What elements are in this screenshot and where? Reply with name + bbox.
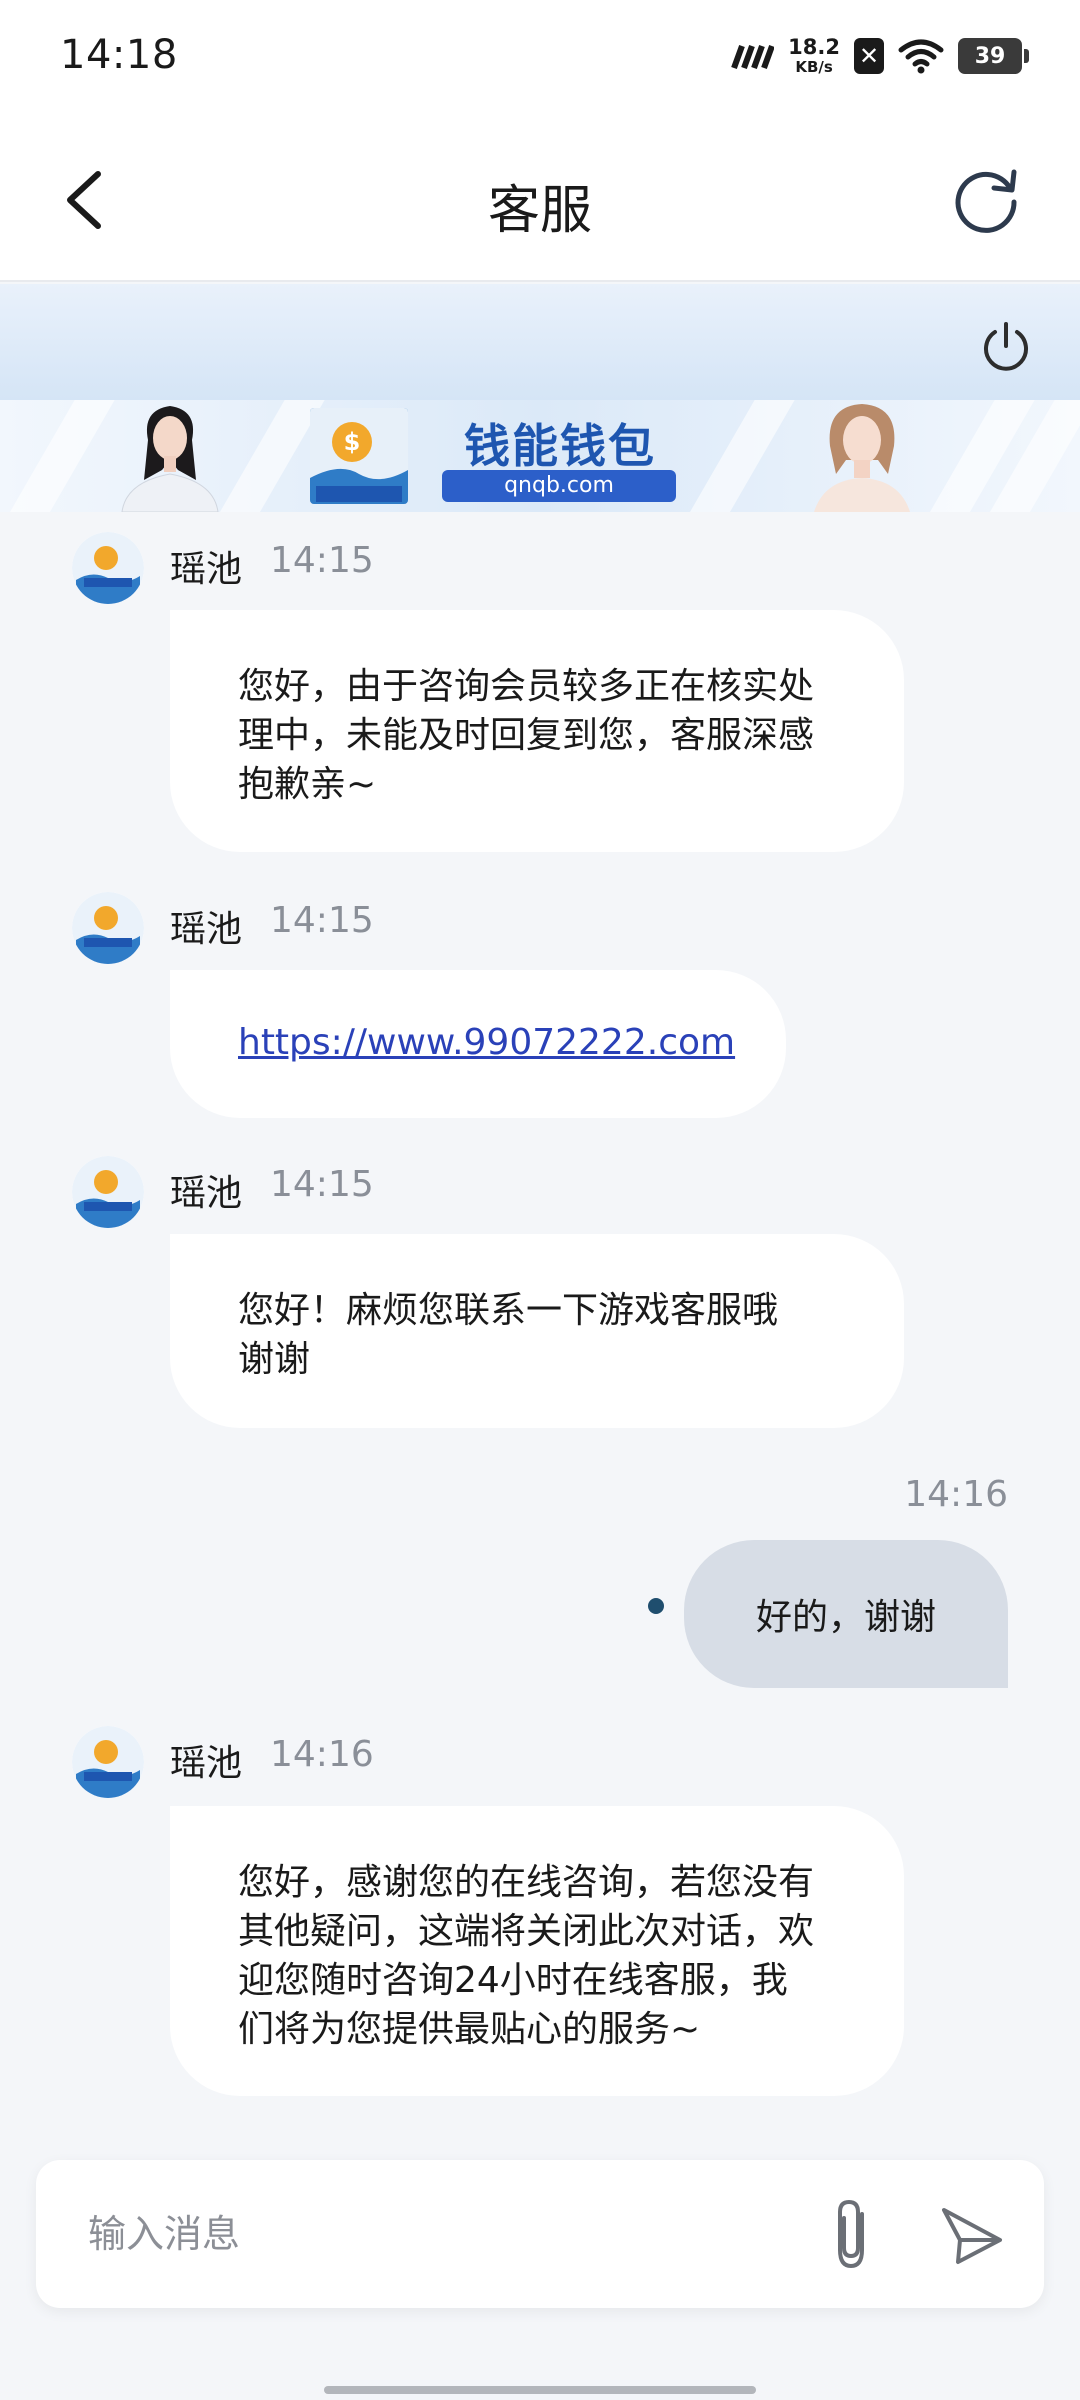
blocked-notification-icon: ✕	[854, 38, 884, 74]
sender-name: 瑶池	[170, 909, 243, 950]
paperclip-icon	[838, 2199, 864, 2269]
message-time: 14:15	[270, 1164, 374, 1205]
refresh-icon	[955, 171, 1017, 233]
status-icons: 18.2 KB/s ✕ 39	[730, 32, 1029, 80]
message-time: 14:16	[904, 1474, 1008, 1515]
message-time: 14:15	[270, 540, 374, 581]
refresh-button[interactable]	[948, 162, 1024, 238]
page-title: 客服	[487, 181, 592, 241]
sent-status-dot	[648, 1598, 664, 1614]
message-bubble: 您好！麻烦您联系一下游戏客服哦 谢谢	[170, 1234, 904, 1428]
send-icon	[942, 2208, 1002, 2264]
message-bubble: 您好，由于咨询会员较多正在核实处 理中，未能及时回复到您，客服深感 抱歉亲~	[170, 610, 904, 852]
avatar	[72, 892, 144, 964]
chat-top-panel	[0, 284, 1080, 400]
message-bubble: https://www.99072222.com	[170, 970, 786, 1118]
end-chat-button[interactable]	[978, 318, 1034, 374]
ad-title: 钱能钱包	[464, 419, 656, 473]
sender-name: 瑶池	[170, 1743, 243, 1784]
battery-icon: 39	[958, 38, 1029, 74]
avatar	[72, 1726, 144, 1798]
message-input[interactable]	[88, 2204, 788, 2264]
message-bubble: 您好，感谢您的在线咨询，若您没有 其他疑问，这端将关闭此次对话，欢 迎您随时咨询…	[170, 1806, 904, 2096]
svg-text:$: $	[344, 428, 361, 456]
ad-url: qnqb.com	[442, 470, 676, 502]
wifi-icon	[898, 39, 944, 74]
ad-banner[interactable]: $ 钱能钱包 qnqb.com	[0, 400, 1080, 512]
message-time: 14:16	[270, 1734, 374, 1775]
avatar	[72, 1156, 144, 1228]
ad-model-image-2	[814, 404, 910, 512]
send-button[interactable]	[936, 2200, 1008, 2272]
sender-name: 瑶池	[170, 1173, 243, 1214]
network-speed: 18.2 KB/s	[788, 35, 840, 76]
message-composer	[36, 2160, 1044, 2308]
ad-logo: $	[310, 408, 408, 504]
home-indicator[interactable]	[324, 2386, 756, 2394]
status-bar: 14:18 18.2 KB/s ✕ 39	[0, 0, 1080, 118]
header: 客服	[0, 118, 1080, 282]
message-bubble-outgoing: 好的，谢谢	[684, 1540, 1008, 1688]
signal-icon	[731, 44, 775, 70]
avatar	[72, 532, 144, 604]
attach-button[interactable]	[820, 2196, 882, 2272]
message-link[interactable]: https://www.99072222.com	[238, 1022, 735, 1063]
sender-name: 瑶池	[170, 549, 243, 590]
message-time: 14:15	[270, 900, 374, 941]
ad-model-image	[121, 406, 219, 512]
status-time: 14:18	[60, 32, 178, 78]
